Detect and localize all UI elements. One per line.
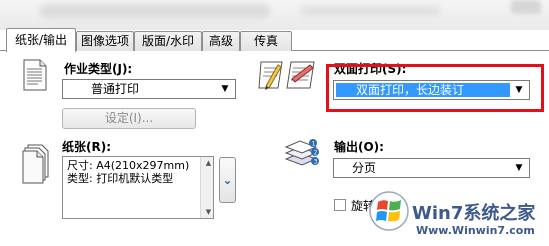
job-type-label: 作业类型(J): [64,62,133,76]
paper-label: 纸张(R): [62,140,112,154]
paper-type-text: 类型: 打印机默认类型 [67,172,174,185]
paper-stack-icon [22,144,49,184]
tab-image-options[interactable]: 图像选项 [76,31,134,51]
svg-text:1: 1 [312,140,316,147]
collate-pages-icon: 1 2 3 [284,139,319,166]
chevron-down-icon: ▼ [221,84,229,94]
scroll-up-icon[interactable]: ▲ [202,157,215,169]
rotate-checkbox[interactable] [334,199,346,211]
tab-layout-watermark[interactable]: 版面/水印 [134,31,202,51]
watermark-brand: Win7系统之家 [412,203,536,224]
job-type-value: 普通打印 [91,82,140,96]
paper-info-box: 尺寸: A4(210x297mm) 类型: 打印机默认类型 [62,156,214,219]
output-value: 分页 [352,161,377,175]
blurred-title-text [40,4,270,18]
document-icon [23,59,47,91]
tab-panel-paper-output: 作业类型(J): 普通打印 ▼ 设定(I)... 纸张(R): 尺寸: A4(2… [0,51,549,246]
chevron-down-icon: ⌄ [222,173,233,187]
tab-strip: 纸张/输出 图像选项 版面/水印 高级 传真 [0,28,549,52]
highlight-frame [326,64,544,112]
scroll-down-icon[interactable]: ▼ [202,206,215,218]
tab-advanced[interactable]: 高级 [202,31,240,51]
job-type-dropdown[interactable]: 普通打印 ▼ [62,79,236,99]
paper-size-text: 尺寸: A4(210x297mm) [67,159,190,172]
settings-button[interactable]: 设定(I)... [62,108,196,129]
duplex-printing-icon [258,61,315,90]
tab-paper-output[interactable]: 纸张/输出 [6,28,76,52]
output-label: 输出(O): [334,140,384,154]
windows-logo-watermark-icon [369,191,409,231]
paper-info-scrollbar[interactable]: ▲ ▼ [200,157,213,218]
output-dropdown[interactable]: 分页 ▼ [333,158,530,178]
blurred-window-title-bar [0,0,549,30]
tab-fax[interactable]: 传真 [240,31,292,51]
svg-text:2: 2 [314,149,318,156]
chevron-down-icon: ▼ [515,163,523,173]
paper-expand-button[interactable]: ⌄ [219,157,236,203]
blurred-window-control [511,0,541,14]
watermark-url: Www.Winwin7.com [416,224,535,237]
blurred-title-text [300,6,440,16]
svg-text:3: 3 [314,158,318,165]
